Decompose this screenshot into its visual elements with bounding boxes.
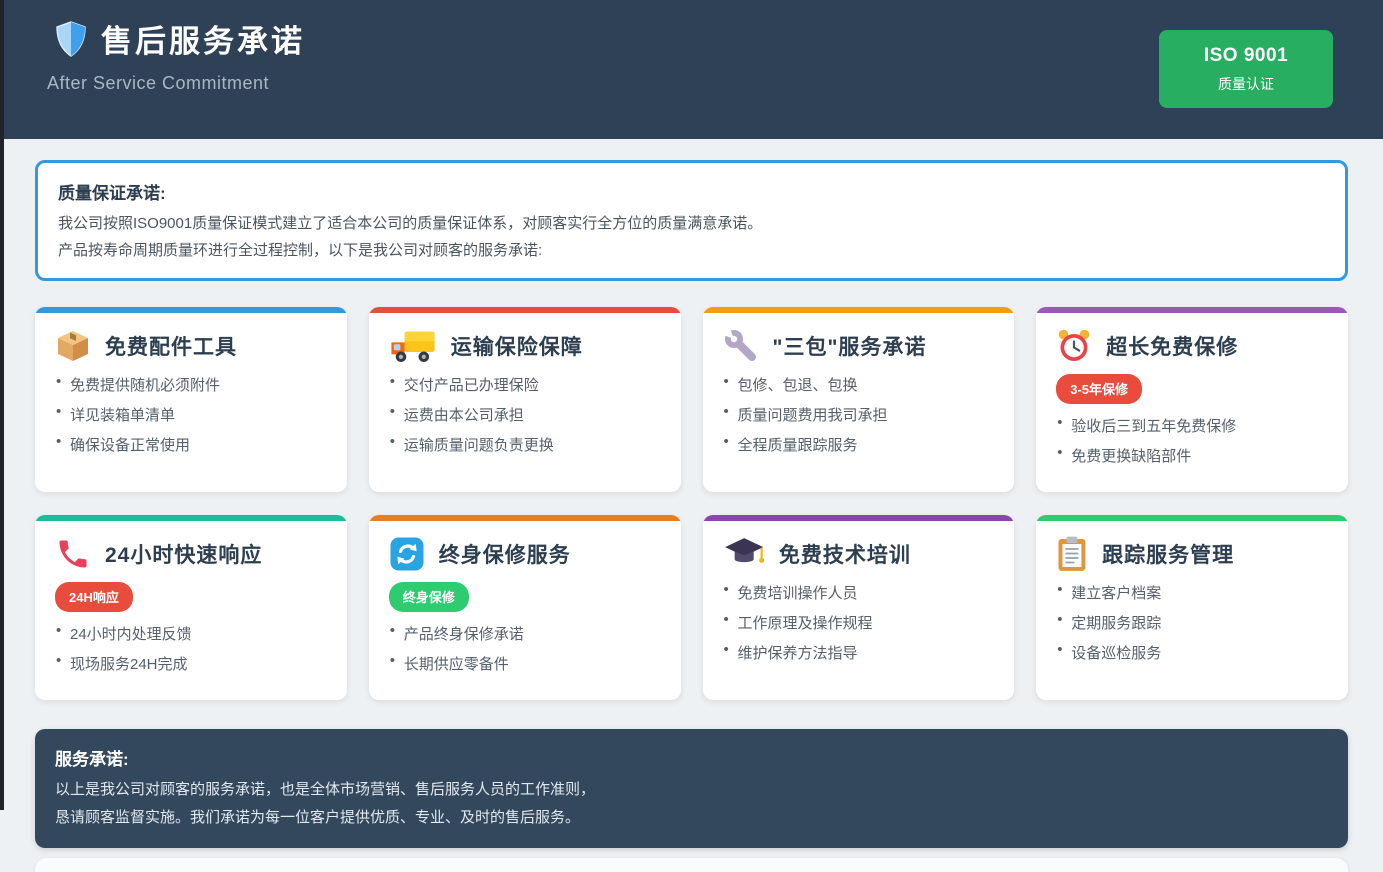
- service-card: 免费技术培训 免费培训操作人员工作原理及操作规程维护保养方法指导: [703, 515, 1015, 700]
- partial-next-card: [35, 858, 1348, 872]
- service-card: 免费配件工具 免费提供随机必须附件详见装箱单清单确保设备正常使用: [35, 307, 347, 492]
- card-list-item: 24小时内处理反馈: [55, 623, 327, 644]
- quality-box-line1: 我公司按照ISO9001质量保证模式建立了适合本公司的质量保证体系，对顾客实行全…: [58, 210, 1325, 237]
- card-list-item: 免费更换缺陷部件: [1056, 445, 1328, 466]
- alarm-clock-icon: [1056, 328, 1092, 364]
- card-title: 免费技术培训: [779, 539, 911, 569]
- phone-icon: [55, 536, 91, 572]
- main-content: 质量保证承诺: 我公司按照ISO9001质量保证模式建立了适合本公司的质量保证体…: [0, 160, 1383, 872]
- card-list: 产品终身保修承诺长期供应零备件: [389, 623, 661, 674]
- footer-line2: 恳请顾客监督实施。我们承诺为每一位客户提供优质、专业、及时的售后服务。: [55, 804, 1328, 832]
- card-title: 24小时快速响应: [105, 539, 262, 569]
- card-list-item: 现场服务24H完成: [55, 653, 327, 674]
- card-list-item: 交付产品已办理保险: [389, 374, 661, 395]
- card-list: 验收后三到五年免费保修免费更换缺陷部件: [1056, 415, 1328, 466]
- card-title: 运输保险保障: [451, 331, 583, 361]
- card-title: "三包"服务承诺: [773, 331, 927, 361]
- card-badge: 终身保修: [389, 582, 469, 612]
- card-title: 超长免费保修: [1106, 331, 1238, 361]
- card-list-item: 设备巡检服务: [1056, 642, 1328, 663]
- card-list-item: 维护保养方法指导: [723, 642, 995, 663]
- clipboard-icon: [1056, 536, 1088, 572]
- card-list-item: 运费由本公司承担: [389, 404, 661, 425]
- quality-box-line2: 产品按寿命周期质量环进行全过程控制，以下是我公司对顾客的服务承诺:: [58, 237, 1325, 264]
- card-list-item: 建立客户档案: [1056, 582, 1328, 603]
- app-header: 售后服务承诺 After Service Commitment ISO 9001…: [0, 0, 1383, 139]
- card-list-item: 验收后三到五年免费保修: [1056, 415, 1328, 436]
- card-list-item: 运输质量问题负责更换: [389, 434, 661, 455]
- card-badge: 3-5年保修: [1056, 374, 1142, 404]
- card-list-item: 质量问题费用我司承担: [723, 404, 995, 425]
- card-list-item: 免费培训操作人员: [723, 582, 995, 603]
- service-card: 超长免费保修 3-5年保修 验收后三到五年免费保修免费更换缺陷部件: [1036, 307, 1348, 492]
- card-list-item: 免费提供随机必须附件: [55, 374, 327, 395]
- window-edge-strip: [0, 0, 4, 810]
- shield-icon: [55, 21, 87, 57]
- refresh-icon: [389, 536, 425, 572]
- card-list-item: 定期服务跟踪: [1056, 612, 1328, 633]
- service-commitment-footer: 服务承诺: 以上是我公司对顾客的服务承诺，也是全体市场营销、售后服务人员的工作准…: [35, 729, 1348, 848]
- package-icon: [55, 328, 91, 364]
- card-list: 24小时内处理反馈现场服务24H完成: [55, 623, 327, 674]
- card-list-item: 工作原理及操作规程: [723, 612, 995, 633]
- card-title: 免费配件工具: [105, 331, 237, 361]
- card-list-item: 详见装箱单清单: [55, 404, 327, 425]
- footer-line1: 以上是我公司对顾客的服务承诺，也是全体市场营销、售后服务人员的工作准则，: [55, 776, 1328, 804]
- card-list-item: 确保设备正常使用: [55, 434, 327, 455]
- card-list-item: 长期供应零备件: [389, 653, 661, 674]
- quality-box-title: 质量保证承诺:: [58, 179, 1325, 204]
- card-title: 跟踪服务管理: [1102, 539, 1234, 569]
- graduation-cap-icon: [723, 536, 765, 572]
- card-list: 免费培训操作人员工作原理及操作规程维护保养方法指导: [723, 582, 995, 663]
- card-list: 建立客户档案定期服务跟踪设备巡检服务: [1056, 582, 1328, 663]
- card-list: 免费提供随机必须附件详见装箱单清单确保设备正常使用: [55, 374, 327, 455]
- card-badge: 24H响应: [55, 582, 133, 612]
- service-card: 跟踪服务管理 建立客户档案定期服务跟踪设备巡检服务: [1036, 515, 1348, 700]
- card-list: 包修、包退、包换质量问题费用我司承担全程质量跟踪服务: [723, 374, 995, 455]
- iso-badge-title: ISO 9001: [1204, 45, 1288, 67]
- page-title: 售后服务承诺: [101, 16, 305, 61]
- quality-commitment-box: 质量保证承诺: 我公司按照ISO9001质量保证模式建立了适合本公司的质量保证体…: [35, 160, 1348, 281]
- cards-grid: 免费配件工具 免费提供随机必须附件详见装箱单清单确保设备正常使用 运输保险保障 …: [35, 307, 1348, 700]
- service-card: 24小时快速响应 24H响应 24小时内处理反馈现场服务24H完成: [35, 515, 347, 700]
- service-card: 终身保修服务 终身保修 产品终身保修承诺长期供应零备件: [369, 515, 681, 700]
- wrench-icon: [723, 328, 759, 364]
- card-list-item: 全程质量跟踪服务: [723, 434, 995, 455]
- iso-badge-subtitle: 质量认证: [1218, 74, 1274, 94]
- card-list: 交付产品已办理保险运费由本公司承担运输质量问题负责更换: [389, 374, 661, 455]
- service-card: "三包"服务承诺 包修、包退、包换质量问题费用我司承担全程质量跟踪服务: [703, 307, 1015, 492]
- header-left: 售后服务承诺 After Service Commitment: [47, 16, 305, 94]
- card-title: 终身保修服务: [439, 539, 571, 569]
- footer-title: 服务承诺:: [55, 745, 1328, 770]
- truck-icon: [389, 328, 437, 364]
- card-list-item: 产品终身保修承诺: [389, 623, 661, 644]
- page-subtitle: After Service Commitment: [47, 73, 305, 94]
- card-list-item: 包修、包退、包换: [723, 374, 995, 395]
- iso-certification-badge: ISO 9001 质量认证: [1159, 30, 1333, 108]
- service-card: 运输保险保障 交付产品已办理保险运费由本公司承担运输质量问题负责更换: [369, 307, 681, 492]
